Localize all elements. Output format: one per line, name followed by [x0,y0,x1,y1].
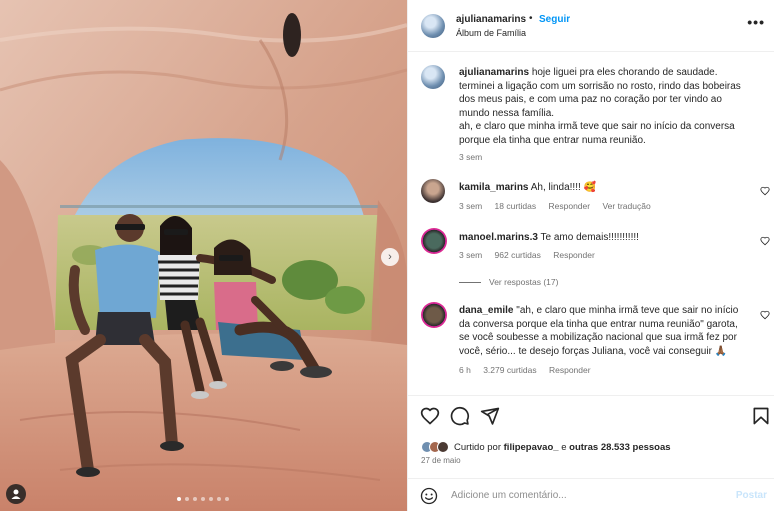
caption-line: mundo nessa família. [459,107,555,119]
comment-likes[interactable]: 962 curtidas [495,250,541,260]
comment-username[interactable]: manoel.marins.3 [459,232,538,243]
caption-avatar[interactable] [421,65,445,89]
comment-avatar[interactable] [421,179,445,203]
author-avatar[interactable] [421,14,445,38]
post-comment-button[interactable]: Postar [736,490,767,501]
likes-text: Curtido por filipepavao_ e outras 28.533… [454,442,671,453]
carousel-dot [217,497,221,501]
likes-prefix: Curtido por [454,441,501,453]
comment-text: kamila_marins Ah, linda!!!! 🥰 [459,181,596,195]
more-options-icon[interactable]: ••• [747,14,765,30]
caption-line: porque ela tinha que entrar numa reunião… [459,134,646,146]
comment-time: 3 sem [459,250,483,260]
caption-text: ajulianamarins hoje liguei pra eles chor… [459,66,765,148]
next-photo-button[interactable]: › [381,248,399,266]
view-replies-link[interactable]: Ver respostas (17) [459,277,558,287]
comment-heart-icon[interactable] [760,186,770,196]
author-username[interactable]: ajulianamarins [456,14,526,25]
comment-text: dana_emile "ah, e claro que minha irmã t… [459,304,759,358]
caption-line: ah, e claro que minha irmã teve que sair… [459,121,735,133]
comment-meta: 3 sem 18 curtidas Responder Ver tradução [459,201,661,211]
post-side-panel: ajulianamarins • Seguir Álbum de Família… [407,0,774,511]
post-actions: Curtido por filipepavao_ e outras 28.533… [408,395,774,511]
chevron-right-icon: › [388,250,392,263]
post-photo[interactable]: › [0,0,407,511]
comment-meta: 3 sem 962 curtidas Responder [459,250,605,260]
follow-button[interactable]: Seguir [539,14,570,25]
carousel-dot [201,497,205,501]
carousel-dot [193,497,197,501]
comment-username[interactable]: dana_emile [459,305,513,316]
separator-dot: • [529,13,533,24]
emoji-icon[interactable] [420,487,438,505]
user-icon [11,489,21,499]
liked-by-user[interactable]: filipepavao_ [504,442,559,453]
carousel-dot [177,497,181,501]
comment-time: 3 sem [459,201,483,211]
see-translation-link[interactable]: Ver tradução [602,201,650,211]
caption-line: terminei a ligação com um sorrisão no ro… [459,80,741,92]
carousel-dot [185,497,189,501]
share-send-icon[interactable] [480,406,500,426]
photo-illustration [0,0,407,511]
post-date[interactable]: 27 de maio [421,456,461,465]
comment-body-line: você, sério... te desejo forças Juliana,… [459,345,728,357]
comment-likes[interactable]: 18 curtidas [495,201,537,211]
likes-others-link[interactable]: outras 28.533 pessoas [569,442,670,453]
comment-body: Ah, linda!!!! 🥰 [530,182,596,193]
reply-button[interactable]: Responder [549,365,591,375]
post-header: ajulianamarins • Seguir Álbum de Família… [408,0,774,52]
comment-body-line: se você soubesse a mobilização nacional … [459,332,737,344]
comment-body-line: da conversa porque ela tinha que entrar … [459,318,738,330]
comment-likes[interactable]: 3.279 curtidas [483,365,536,375]
comment-username[interactable]: kamila_marins [459,182,529,193]
comment-meta: 6 h 3.279 curtidas Responder [459,365,601,375]
reply-button[interactable]: Responder [549,201,591,211]
bookmark-icon[interactable] [751,406,771,426]
carousel-indicator [177,497,229,501]
comment-avatar[interactable] [421,302,447,328]
add-comment-bar: Adicione um comentário... Postar [408,478,774,511]
comment-text: manoel.marins.3 Te amo demais!!!!!!!!!!! [459,231,639,245]
comment-body: Te amo demais!!!!!!!!!!! [540,232,639,243]
carousel-dot [225,497,229,501]
caption-meta: 3 sem [459,152,492,162]
comment-heart-icon[interactable] [760,236,770,246]
likes-summary: Curtido por filipepavao_ e outras 28.533… [421,440,671,454]
like-heart-icon[interactable] [420,406,440,426]
reply-button[interactable]: Responder [553,250,595,260]
caption-time: 3 sem [459,152,483,162]
post-subtitle: Álbum de Família [456,28,527,38]
comment-bubble-icon[interactable] [450,406,470,426]
caption-line: hoje liguei pra eles chorando de saudade… [531,67,718,78]
likes-conjunction: e [561,441,567,453]
carousel-dot [209,497,213,501]
caption-line: dos meus pais, e com uma paz no coração … [459,94,722,106]
comment-input[interactable]: Adicione um comentário... [451,490,567,501]
comments-section: ajulianamarins hoje liguei pra eles chor… [408,52,774,395]
tagged-users-button[interactable] [6,484,26,504]
caption-username[interactable]: ajulianamarins [459,67,529,78]
comment-time: 6 h [459,365,471,375]
comment-body-line: "ah, e claro que minha irmã teve que sai… [516,305,739,316]
liker-avatar [437,441,449,453]
comment-heart-icon[interactable] [760,310,770,320]
view-replies-label: Ver respostas (17) [489,277,559,287]
comment-avatar[interactable] [421,228,447,254]
